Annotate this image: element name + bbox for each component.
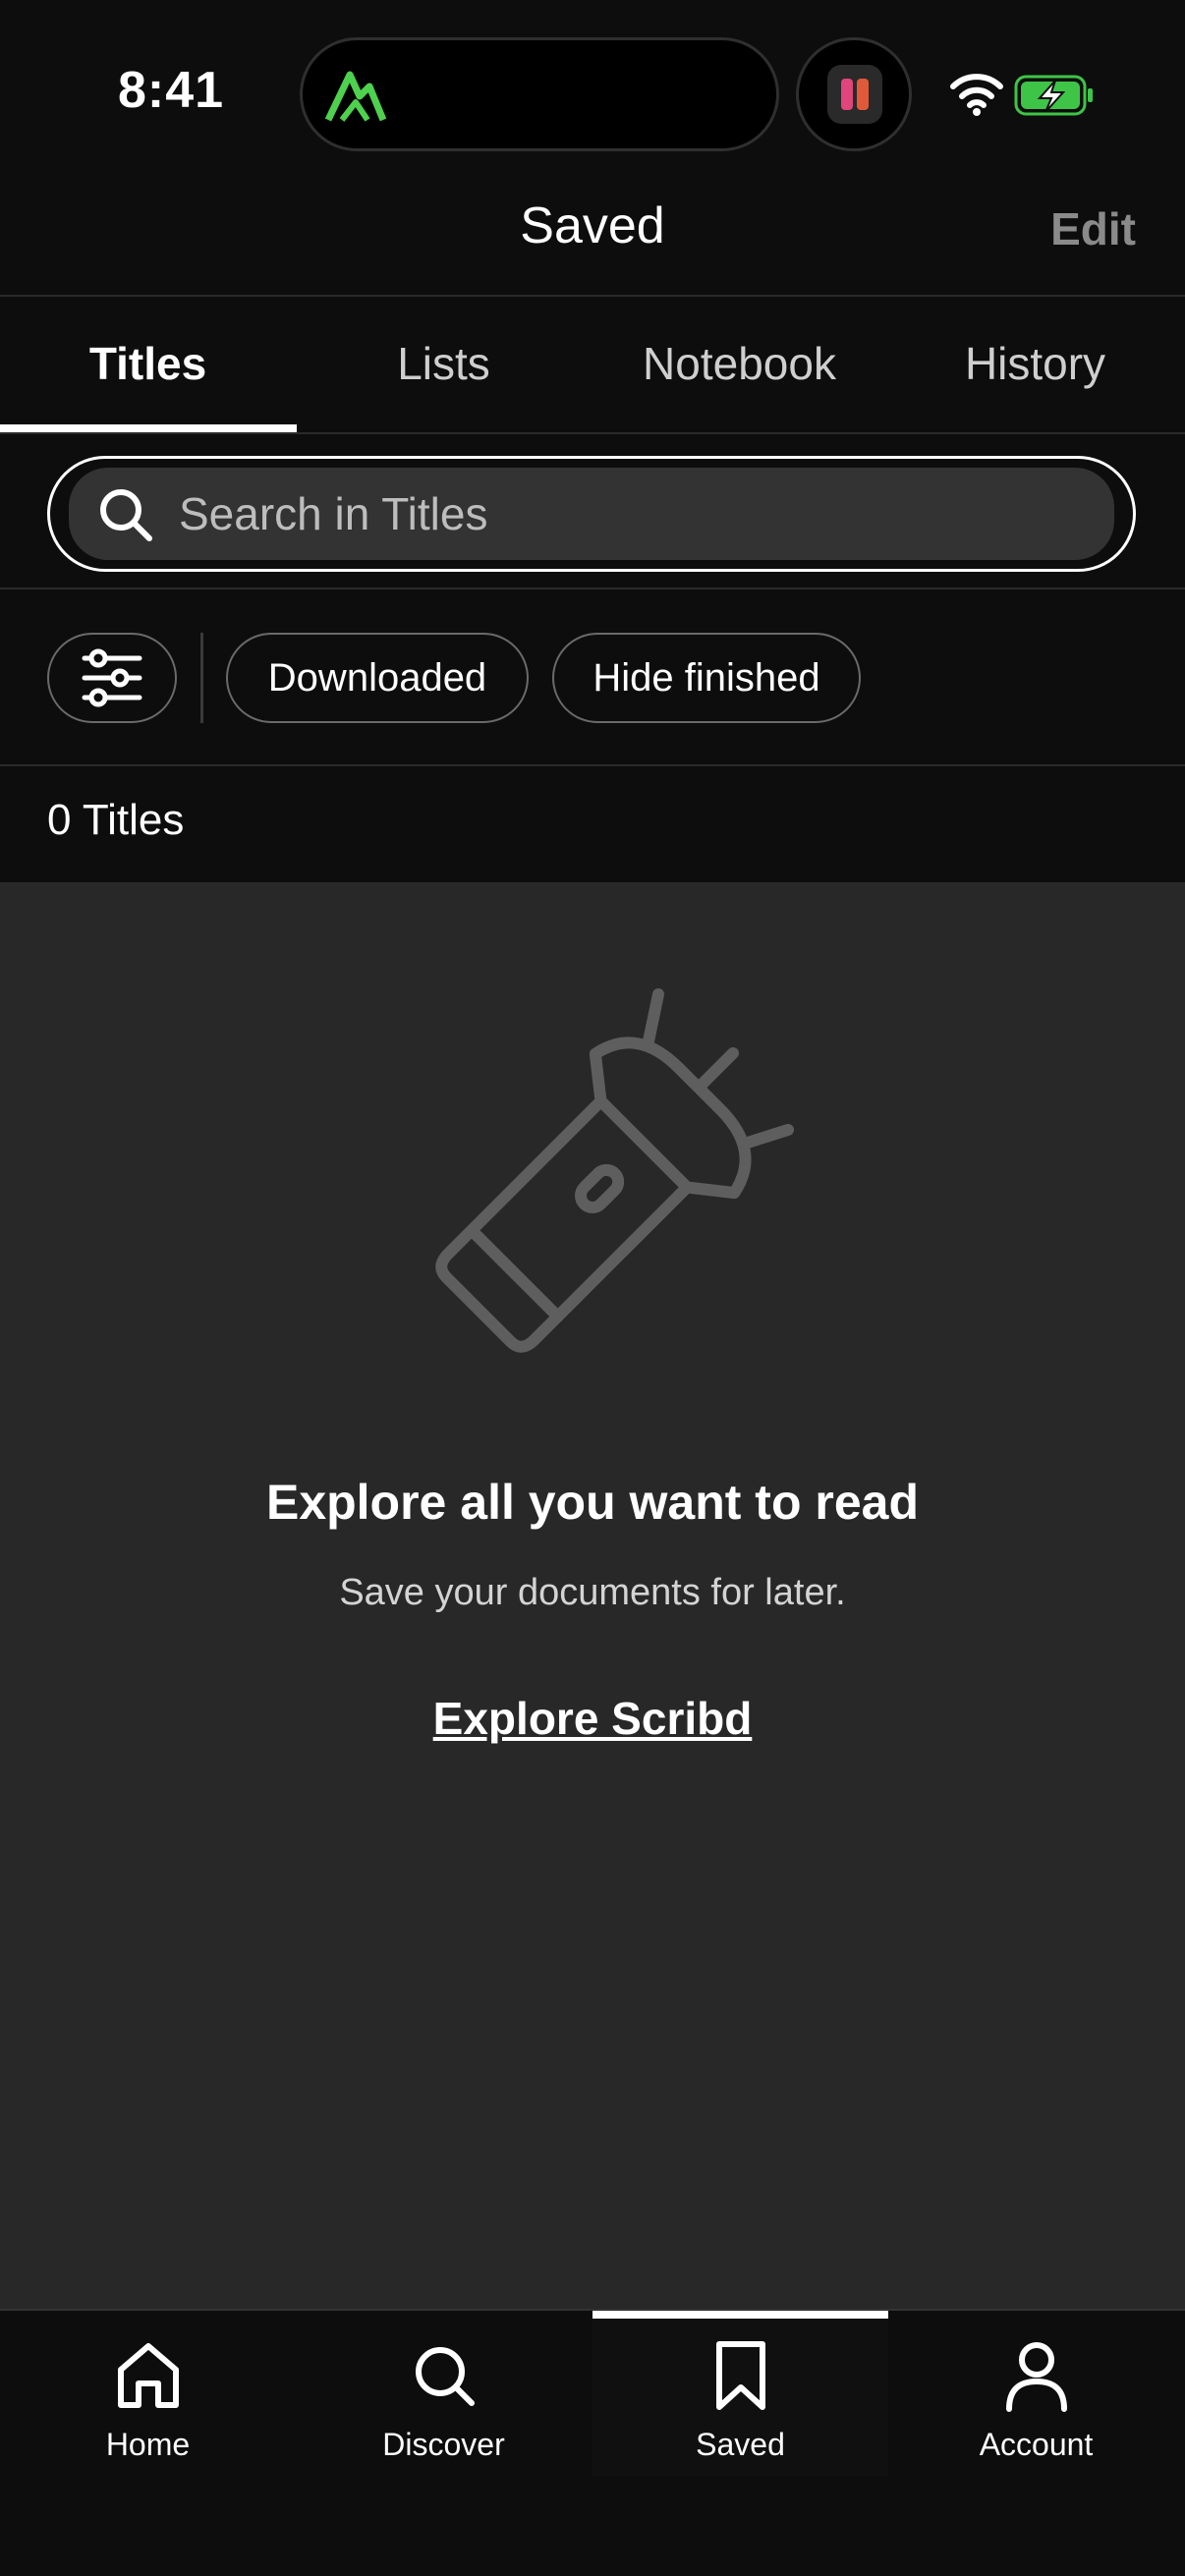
battery-charging-icon <box>1014 75 1093 116</box>
explore-scribd-link[interactable]: Explore Scribd <box>0 1692 1185 1745</box>
filter-hide-finished-chip[interactable]: Hide finished <box>552 633 861 723</box>
nav-home[interactable]: Home <box>0 2328 296 2476</box>
home-icon <box>117 2343 179 2408</box>
filters-divider <box>0 764 1185 766</box>
nav-account-label: Account <box>979 2427 1094 2462</box>
search-icon <box>100 489 152 541</box>
search-icon <box>415 2347 475 2406</box>
search-divider <box>0 588 1185 589</box>
search-input[interactable] <box>179 470 1102 558</box>
tabs-divider <box>0 432 1185 434</box>
empty-state-title: Explore all you want to read <box>265 1475 920 1530</box>
flashlight-icon <box>435 988 794 1353</box>
tab-titles[interactable]: Titles <box>0 295 296 432</box>
nav-discover-label: Discover <box>382 2427 505 2462</box>
tab-lists[interactable]: Lists <box>296 295 592 432</box>
account-icon <box>1005 2342 1067 2412</box>
wifi-icon <box>950 74 1003 116</box>
status-time: 8:41 <box>118 62 225 119</box>
app-activity-icon <box>827 65 882 124</box>
nav-discover[interactable]: Discover <box>296 2328 592 2476</box>
empty-state-subtitle: Save your documents for later. <box>339 1572 846 1613</box>
filter-settings-button[interactable] <box>47 633 177 723</box>
edit-button[interactable]: Edit <box>1050 202 1136 255</box>
filter-downloaded-chip[interactable]: Downloaded <box>226 633 529 723</box>
bookmark-icon <box>715 2341 765 2410</box>
nav-saved[interactable]: Saved <box>592 2328 888 2476</box>
page-title: Saved <box>520 197 665 254</box>
tab-history[interactable]: History <box>887 295 1183 432</box>
titles-count: 0 Titles <box>47 796 185 844</box>
nav-saved-label: Saved <box>696 2427 785 2462</box>
filter-divider <box>200 633 203 723</box>
mountain-app-icon <box>324 71 387 122</box>
active-tab-indicator <box>0 424 297 432</box>
sliders-icon <box>82 648 142 707</box>
tab-notebook[interactable]: Notebook <box>592 295 887 432</box>
nav-active-indicator <box>592 2311 888 2319</box>
nav-account[interactable]: Account <box>888 2328 1184 2476</box>
nav-home-label: Home <box>105 2427 191 2462</box>
